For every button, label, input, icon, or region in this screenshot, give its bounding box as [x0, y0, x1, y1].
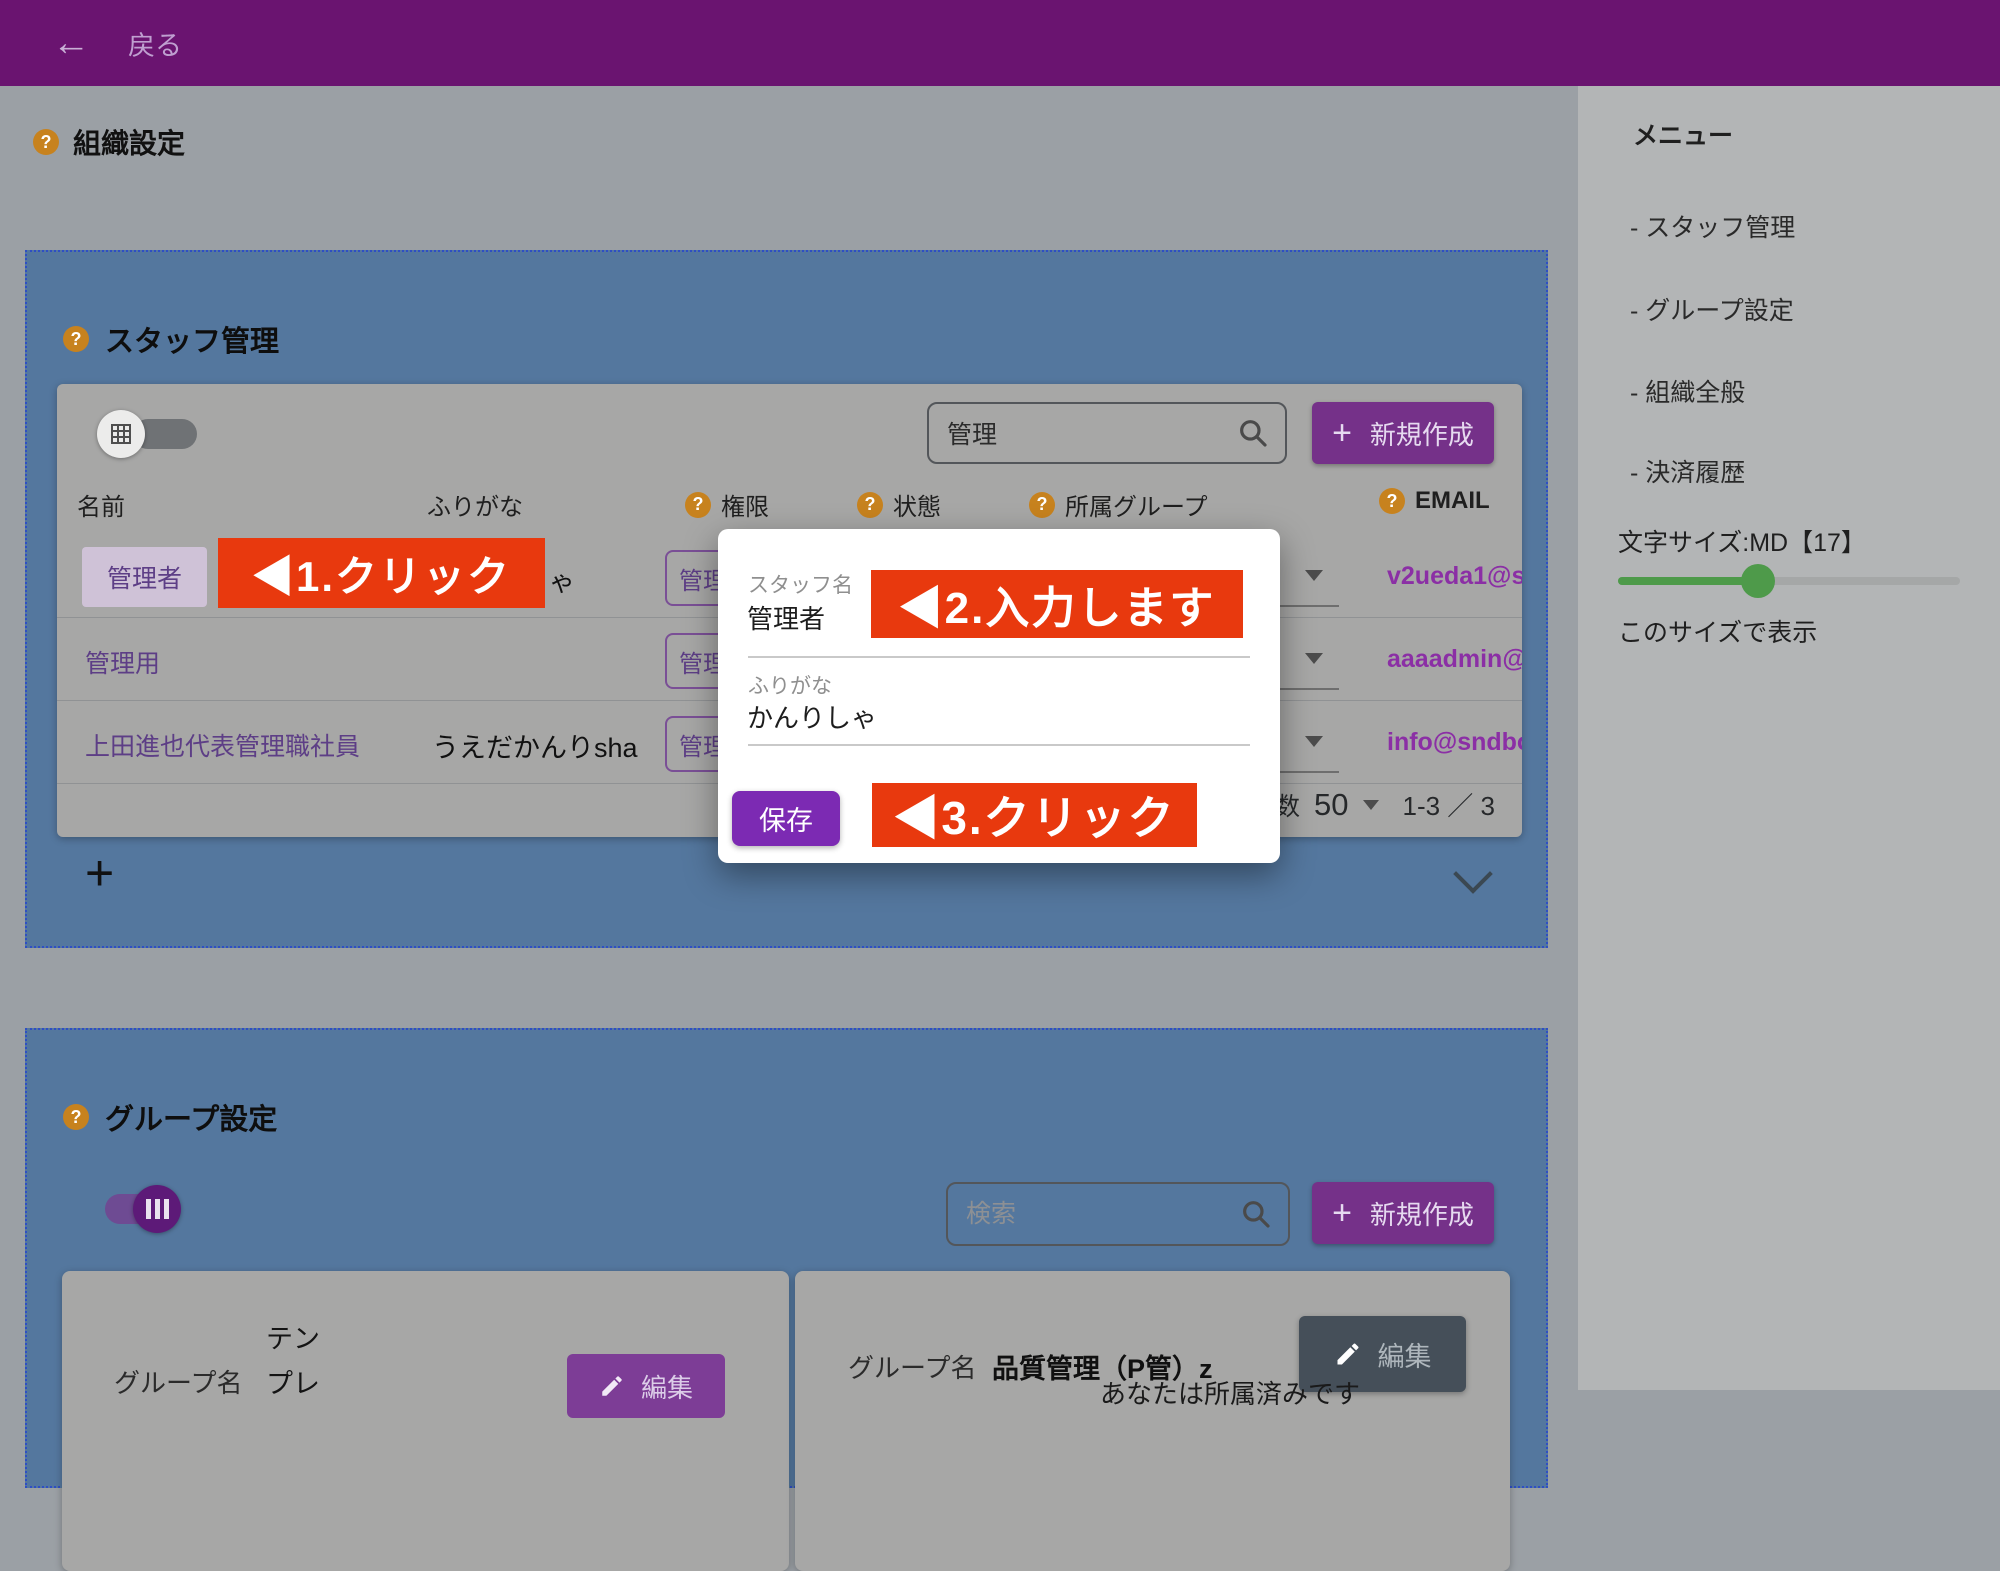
staff-row-name[interactable]: 管理者: [82, 547, 207, 607]
col-header-role: ? 権限: [685, 487, 769, 522]
group-create-label: 新規作成: [1370, 1195, 1474, 1232]
rows-per-page-value[interactable]: 50: [1314, 787, 1348, 823]
font-size-label: 文字サイズ:MD【17】: [1618, 523, 1866, 559]
group-card: グループ名 テンプレ 編集: [62, 1271, 789, 1571]
help-icon[interactable]: ?: [685, 492, 711, 518]
caret-down-icon[interactable]: [1305, 570, 1323, 581]
staff-name-label: スタッフ名: [748, 569, 853, 599]
group-create-button[interactable]: + 新規作成: [1312, 1182, 1494, 1244]
staff-row-name[interactable]: 管理用: [85, 644, 160, 680]
sidebar-item-organization[interactable]: - 組織全般: [1630, 373, 1745, 409]
col-header-status: ? 状態: [857, 487, 941, 522]
save-button[interactable]: 保存: [732, 791, 840, 846]
group-edit-button[interactable]: 編集: [567, 1354, 725, 1418]
annotation-step-2: ◀2.入力します: [871, 570, 1243, 638]
pagination: 数 50 1-3 ／ 3: [1275, 786, 1495, 823]
annotation-step-3: ◀3.クリック: [872, 783, 1197, 847]
app-bar: ← 戻る: [0, 0, 2000, 86]
menu-sidebar: メニュー - スタッフ管理 - グループ設定 - 組織全般 - 決済履歴 文字サ…: [1578, 86, 2000, 1390]
col-header-group-label: 所属グループ: [1065, 487, 1208, 522]
group-section: ? グループ設定 + 新規作成 グループ名 テンプレ 編集 グループ名 品質管理…: [25, 1028, 1548, 1488]
staff-section-title: スタッフ管理: [105, 318, 279, 360]
help-icon[interactable]: ?: [63, 326, 89, 352]
staff-name-input[interactable]: 管理者: [747, 599, 825, 636]
columns-icon[interactable]: [133, 1185, 181, 1233]
caret-down-icon[interactable]: [1305, 653, 1323, 664]
slider-thumb[interactable]: [1741, 564, 1775, 598]
staff-create-button[interactable]: + 新規作成: [1312, 402, 1494, 464]
grid-icon[interactable]: [97, 410, 145, 458]
plus-icon: +: [1332, 1196, 1352, 1230]
group-name-label: グループ名: [114, 1363, 242, 1400]
card-view-toggle[interactable]: [105, 1185, 215, 1233]
col-header-email-label: EMAIL: [1415, 487, 1490, 515]
staff-section-title-row: ? スタッフ管理: [63, 318, 279, 360]
page-title: 組織設定: [73, 122, 185, 162]
help-icon[interactable]: ?: [33, 129, 59, 155]
search-icon: [1240, 1198, 1272, 1230]
staff-create-label: 新規作成: [1370, 415, 1474, 452]
group-section-title-row: ? グループ設定: [63, 1096, 277, 1138]
group-search-input[interactable]: [964, 1199, 1240, 1230]
staff-row-email[interactable]: info@sndbox: [1387, 728, 1522, 757]
pagination-range: 1-3 ／ 3: [1403, 786, 1496, 823]
col-header-furigana: ふりがな: [427, 487, 523, 522]
group-membership-note: あなたは所属済みです: [1100, 1374, 1360, 1411]
help-icon[interactable]: ?: [857, 492, 883, 518]
group-section-title: グループ設定: [105, 1096, 277, 1138]
staff-row-email[interactable]: v2ueda1@sn: [1387, 562, 1522, 591]
plus-icon: +: [1332, 416, 1352, 450]
font-size-slider[interactable]: [1618, 564, 1960, 598]
table-view-toggle[interactable]: [97, 410, 207, 458]
sidebar-title: メニュー: [1633, 116, 1733, 152]
input-underline: [748, 744, 1250, 746]
page-title-row: ? 組織設定: [33, 122, 185, 162]
staff-row-furigana: うえだかんりsha: [432, 726, 638, 765]
furigana-label: ふりがな: [748, 670, 832, 700]
col-header-status-label: 状態: [893, 487, 941, 522]
col-header-name: 名前: [77, 487, 125, 522]
staff-search-input[interactable]: [945, 418, 1237, 449]
staff-row-email[interactable]: aaaadmin@s: [1387, 645, 1522, 674]
sidebar-item-group[interactable]: - グループ設定: [1630, 291, 1794, 327]
sidebar-item-payment[interactable]: - 決済履歴: [1630, 453, 1745, 489]
chevron-down-icon[interactable]: [1453, 854, 1493, 894]
input-underline: [748, 656, 1250, 658]
help-icon[interactable]: ?: [63, 1104, 89, 1130]
back-button[interactable]: 戻る: [128, 24, 182, 63]
group-edit-label: 編集: [1378, 1335, 1432, 1374]
furigana-input[interactable]: かんりしゃ: [747, 698, 877, 735]
col-header-email: ? EMAIL: [1379, 487, 1490, 515]
col-header-role-label: 権限: [721, 487, 769, 522]
staff-row-furigana: ゃ: [549, 562, 575, 599]
pencil-icon: [1334, 1340, 1362, 1368]
annotation-step-1: ◀1.クリック: [218, 538, 545, 608]
group-card: グループ名 品質管理（P管）z 編集 あなたは所属済みです: [795, 1271, 1510, 1571]
caret-down-icon[interactable]: [1305, 736, 1323, 747]
group-name-label: グループ名: [848, 1348, 976, 1385]
group-edit-label: 編集: [641, 1368, 693, 1405]
col-header-group: ? 所属グループ: [1029, 487, 1208, 522]
sidebar-item-staff[interactable]: - スタッフ管理: [1630, 208, 1795, 244]
staff-search-box: [927, 402, 1287, 464]
back-arrow-icon[interactable]: ←: [52, 24, 90, 62]
staff-row-name[interactable]: 上田進也代表管理職社員: [85, 727, 360, 763]
font-size-apply-label: このサイズで表示: [1618, 613, 1817, 649]
group-search-box: [946, 1182, 1290, 1246]
search-icon: [1237, 417, 1269, 449]
group-name-value: テンプレ: [266, 1317, 332, 1407]
pencil-icon: [599, 1373, 625, 1399]
help-icon[interactable]: ?: [1029, 492, 1055, 518]
add-row-button[interactable]: +: [85, 848, 114, 898]
slider-fill: [1618, 577, 1758, 585]
help-icon[interactable]: ?: [1379, 488, 1405, 514]
caret-down-icon[interactable]: [1363, 800, 1379, 810]
